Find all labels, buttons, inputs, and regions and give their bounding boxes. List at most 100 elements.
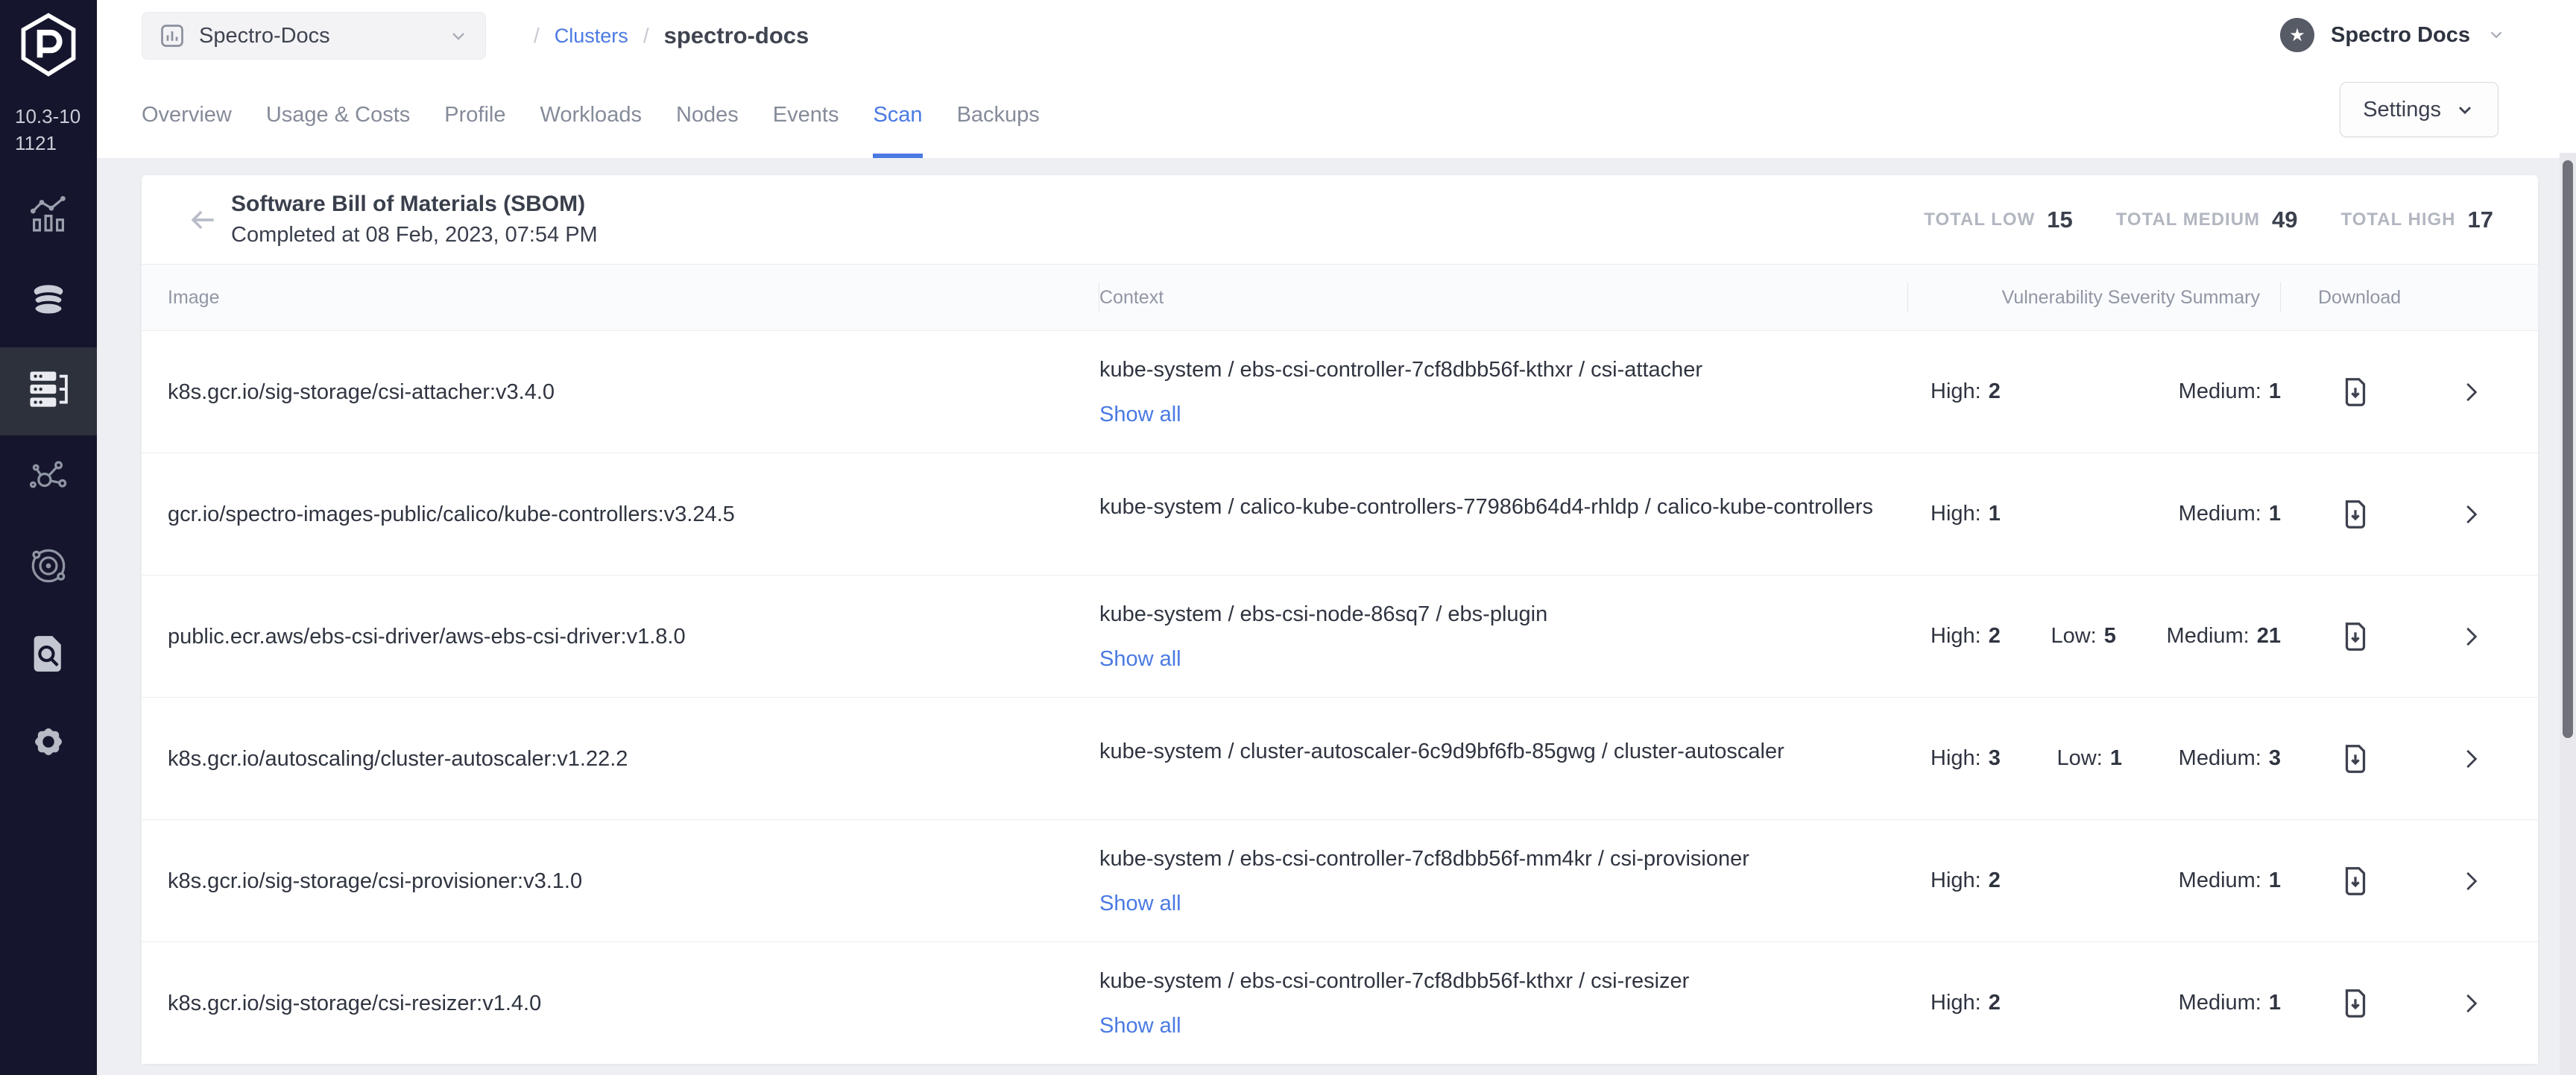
severity-high: High:1 xyxy=(1931,502,2001,526)
show-all-link[interactable]: Show all xyxy=(1099,889,1878,918)
severity-low: Low:1 xyxy=(2057,746,2122,771)
severity-medium: Medium:1 xyxy=(2179,379,2281,404)
download-file-icon[interactable] xyxy=(2338,620,2373,654)
scrollbar-thumb[interactable] xyxy=(2563,160,2573,738)
total-low-label: TOTAL LOW xyxy=(1924,209,2035,230)
user-menu-label: Spectro Docs xyxy=(2331,23,2470,48)
table-row[interactable]: gcr.io/spectro-images-public/calico/kube… xyxy=(142,453,2538,575)
cluster-tabs: Overview Usage & Costs Profile Workloads… xyxy=(142,72,1040,158)
download-file-icon[interactable] xyxy=(2338,986,2373,1021)
column-header-context: Context xyxy=(1099,265,1908,330)
total-low: TOTAL LOW 15 xyxy=(1924,207,2072,233)
sidebar-item-overview[interactable] xyxy=(0,171,97,259)
user-menu[interactable]: ★ Spectro Docs xyxy=(2280,18,2507,52)
sidebar-item-settings[interactable] xyxy=(0,699,97,787)
table-row[interactable]: k8s.gcr.io/autoscaling/cluster-autoscale… xyxy=(142,697,2538,819)
chevron-right-icon[interactable] xyxy=(2457,867,2485,895)
row-expand-cell xyxy=(2430,867,2512,895)
chevron-down-icon xyxy=(2455,99,2475,120)
avatar: ★ xyxy=(2280,18,2314,52)
severity-low: Low:5 xyxy=(2051,624,2115,649)
total-high-value: 17 xyxy=(2468,207,2493,233)
download-file-icon[interactable] xyxy=(2338,375,2373,409)
context-text: kube-system / ebs-csi-controller-7cf8dbb… xyxy=(1099,844,1878,874)
download-cell xyxy=(2281,497,2430,532)
show-all-link[interactable]: Show all xyxy=(1099,644,1878,674)
orbit-icon xyxy=(25,543,72,593)
severity-medium: Medium:1 xyxy=(2179,868,2281,893)
context-cell: kube-system / ebs-csi-controller-7cf8dbb… xyxy=(1099,825,1908,938)
image-name: k8s.gcr.io/sig-storage/csi-resizer:v1.4.… xyxy=(168,989,1099,1018)
context-text: kube-system / ebs-csi-node-86sq7 / ebs-p… xyxy=(1099,599,1878,629)
sidebar-nav xyxy=(0,171,97,787)
severity-high: High:2 xyxy=(1931,868,2001,893)
context-cell: kube-system / cluster-autoscaler-6c9d9bf… xyxy=(1099,717,1908,801)
network-icon xyxy=(25,455,72,505)
severity-low xyxy=(2086,379,2093,404)
download-file-icon[interactable] xyxy=(2338,497,2373,532)
sidebar-item-cluster-groups[interactable] xyxy=(0,435,97,523)
project-selector[interactable]: Spectro-Docs xyxy=(142,12,486,60)
severity-summary: High:3 Low:1 Medium:3 xyxy=(1908,746,2281,771)
chevron-right-icon[interactable] xyxy=(2457,745,2485,773)
sidebar-item-clusters[interactable] xyxy=(0,347,97,435)
palette-logo[interactable] xyxy=(0,0,97,89)
chevron-right-icon[interactable] xyxy=(2457,378,2485,406)
context-cell: kube-system / ebs-csi-controller-7cf8dbb… xyxy=(1099,947,1908,1060)
breadcrumb-current: spectro-docs xyxy=(664,22,809,49)
back-button[interactable] xyxy=(186,204,219,236)
severity-medium: Medium:1 xyxy=(2179,991,2281,1015)
row-expand-cell xyxy=(2430,989,2512,1018)
sidebar-item-workspaces[interactable] xyxy=(0,523,97,611)
table-row[interactable]: k8s.gcr.io/sig-storage/csi-attacher:v3.4… xyxy=(142,330,2538,453)
row-expand-cell xyxy=(2430,378,2512,406)
download-cell xyxy=(2281,986,2430,1021)
severity-high: High:2 xyxy=(1931,624,2001,649)
total-high: TOTAL HIGH 17 xyxy=(2341,207,2493,233)
severity-summary: High:1 Medium:1 xyxy=(1908,502,2281,526)
tab-scan[interactable]: Scan xyxy=(873,72,922,158)
tab-nodes[interactable]: Nodes xyxy=(676,72,739,158)
severity-medium: Medium:21 xyxy=(2167,624,2281,649)
show-all-link[interactable]: Show all xyxy=(1099,400,1878,429)
image-name: public.ecr.aws/ebs-csi-driver/aws-ebs-cs… xyxy=(168,622,1099,652)
tab-events[interactable]: Events xyxy=(773,72,839,158)
total-medium-value: 49 xyxy=(2272,207,2297,233)
chevron-right-icon[interactable] xyxy=(2457,500,2485,529)
sbom-titles: Software Bill of Materials (SBOM) Comple… xyxy=(231,192,598,248)
table-row[interactable]: k8s.gcr.io/sig-storage/csi-resizer:v1.4.… xyxy=(142,942,2538,1064)
sidebar-item-audit-logs[interactable] xyxy=(0,611,97,699)
download-file-icon[interactable] xyxy=(2338,742,2373,776)
tab-workloads[interactable]: Workloads xyxy=(540,72,641,158)
image-name: k8s.gcr.io/autoscaling/cluster-autoscale… xyxy=(168,744,1099,774)
table-row[interactable]: k8s.gcr.io/sig-storage/csi-provisioner:v… xyxy=(142,819,2538,942)
column-header-severity: Vulnerability Severity Summary xyxy=(1908,265,2281,330)
tab-usage-costs[interactable]: Usage & Costs xyxy=(266,72,410,158)
breadcrumb-link-clusters[interactable]: Clusters xyxy=(555,25,628,48)
settings-button[interactable]: Settings xyxy=(2340,82,2498,137)
tab-overview[interactable]: Overview xyxy=(142,72,232,158)
chevron-down-icon xyxy=(2487,25,2507,45)
severity-medium: Medium:3 xyxy=(2179,746,2281,771)
column-header-image: Image xyxy=(168,265,1099,330)
header-tabs-row: Overview Usage & Costs Profile Workloads… xyxy=(97,72,2576,158)
column-header-spacer xyxy=(2430,265,2512,330)
tab-backups[interactable]: Backups xyxy=(957,72,1040,158)
chevron-right-icon[interactable] xyxy=(2457,622,2485,651)
download-cell xyxy=(2281,620,2430,654)
show-all-link[interactable]: Show all xyxy=(1099,1011,1878,1041)
sidebar-item-profiles[interactable] xyxy=(0,259,97,347)
download-file-icon[interactable] xyxy=(2338,864,2373,898)
tab-profile[interactable]: Profile xyxy=(444,72,505,158)
sidebar: 10.3-101121 xyxy=(0,0,97,1075)
severity-summary: High:2 Medium:1 xyxy=(1908,379,2281,404)
scrollbar-track[interactable] xyxy=(2560,153,2576,1075)
breadcrumb-separator: / xyxy=(534,24,540,48)
total-medium: TOTAL MEDIUM 49 xyxy=(2116,207,2298,233)
layers-icon xyxy=(25,279,72,329)
severity-high: High:2 xyxy=(1931,991,2001,1015)
chevron-right-icon[interactable] xyxy=(2457,989,2485,1018)
severity-summary: High:2 Medium:1 xyxy=(1908,991,2281,1015)
table-row[interactable]: public.ecr.aws/ebs-csi-driver/aws-ebs-cs… xyxy=(142,575,2538,697)
severity-low xyxy=(2086,868,2093,893)
